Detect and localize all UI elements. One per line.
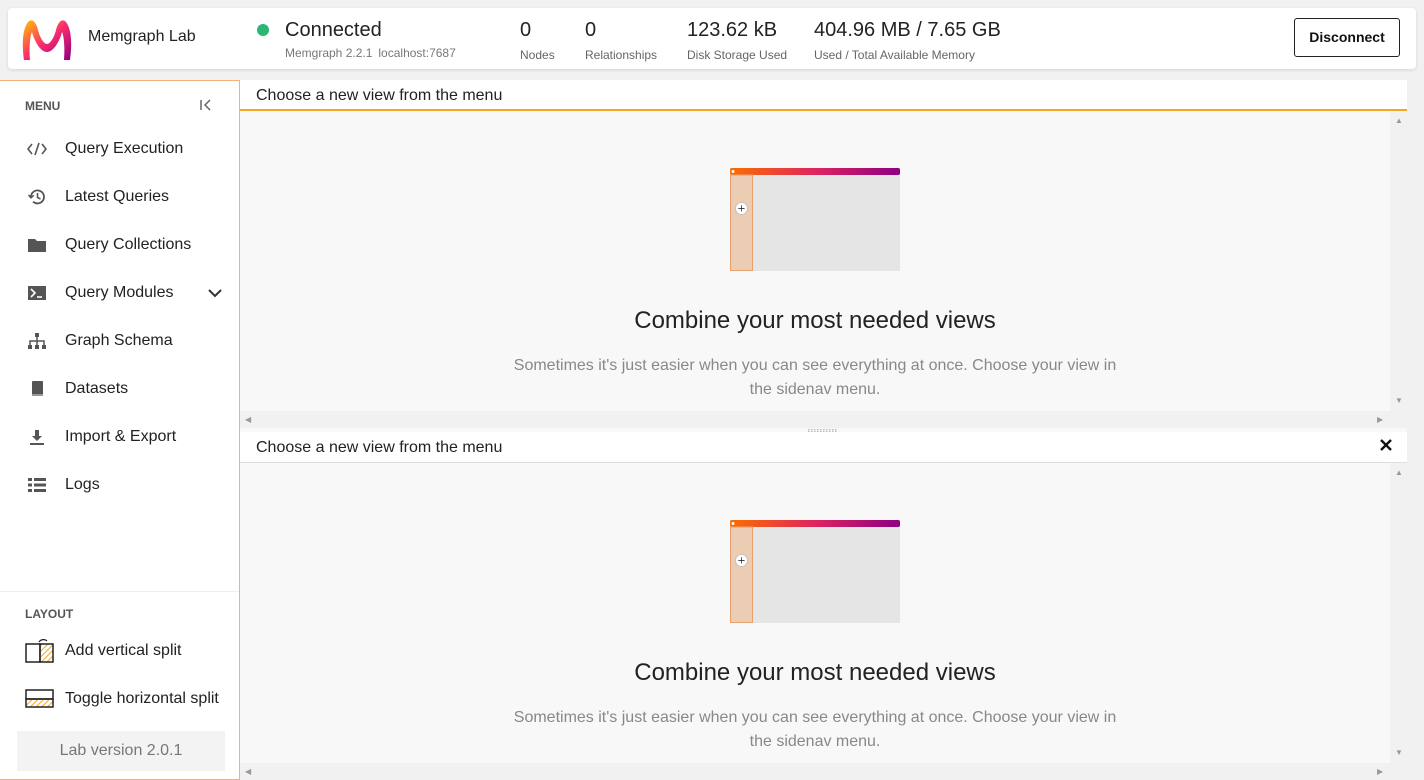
scroll-right-icon[interactable]: ▶ (1377, 415, 1383, 424)
panel-header: Choose a new view from the menu (240, 80, 1407, 111)
menu-item-label: Latest Queries (65, 188, 170, 205)
add-vertical-split-button[interactable]: Add vertical split (0, 631, 239, 671)
menu-item-datasets[interactable]: Datasets (0, 369, 239, 409)
panel-title: Choose a new view from the menu (256, 87, 503, 104)
disconnect-button[interactable]: Disconnect (1294, 18, 1400, 57)
scroll-down-icon[interactable]: ▼ (1395, 748, 1403, 757)
connection-details: Memgraph 2.2.1 localhost:7687 (285, 46, 456, 60)
empty-view-heading: Combine your most needed views (634, 659, 996, 686)
list-icon (25, 473, 49, 497)
connection-host: localhost:7687 (378, 46, 456, 60)
panel-title: Choose a new view from the menu (256, 439, 503, 456)
sidebar: MENU Query Execution Latest Queries Quer… (0, 80, 240, 780)
stat-relationships: 0 Relationships (585, 19, 657, 62)
menu-title: MENU (25, 99, 61, 113)
vertical-scrollbar[interactable]: ▲ ▼ (1390, 463, 1407, 763)
menu-item-query-modules[interactable]: Query Modules (0, 273, 239, 313)
panel-content: + Combine your most needed views Sometim… (240, 111, 1390, 411)
layout-item-label: Add vertical split (65, 642, 182, 659)
stat-label: Relationships (585, 48, 658, 62)
top-bar: Memgraph Lab Connected Memgraph 2.2.1 loc… (8, 8, 1416, 69)
divider (0, 591, 239, 592)
svg-text:+: + (737, 556, 745, 567)
stat-value: 0 (520, 19, 532, 41)
stat-value: 404.96 MB / 7.65 GB (814, 19, 1001, 41)
terminal-icon (25, 281, 49, 305)
scroll-up-icon[interactable]: ▲ (1395, 116, 1403, 125)
svg-text:+: + (737, 204, 745, 215)
stat-label: Disk Storage Used (687, 48, 788, 62)
layout-title: LAYOUT (25, 607, 74, 621)
menu-item-label: Query Collections (65, 236, 192, 253)
folder-icon (25, 233, 49, 257)
stat-value: 0 (585, 19, 597, 41)
menu-item-logs[interactable]: Logs (0, 465, 239, 505)
stat-memory: 404.96 MB / 7.65 GB Used / Total Availab… (814, 19, 1001, 62)
close-panel-icon[interactable] (1379, 438, 1393, 452)
stat-disk-storage: 123.62 kB Disk Storage Used (687, 19, 787, 62)
menu-item-query-execution[interactable]: Query Execution (0, 129, 239, 169)
split-view-illustration: + (730, 520, 900, 623)
book-icon (25, 377, 49, 401)
connection-status-dot (257, 24, 269, 36)
panel-header: Choose a new view from the menu (240, 432, 1407, 463)
connection-status: Connected (285, 19, 382, 41)
view-panel-top: Choose a new view from the menu + Combin… (240, 80, 1407, 431)
vertical-scrollbar[interactable]: ▲ ▼ (1390, 111, 1407, 411)
horizontal-split-icon (25, 685, 55, 713)
menu-item-label: Import & Export (65, 428, 177, 445)
memgraph-version: Memgraph 2.2.1 (285, 46, 373, 60)
empty-view-description: Sometimes it's just easier when you can … (513, 357, 1117, 398)
scroll-right-icon[interactable]: ▶ (1377, 767, 1383, 776)
menu-item-label: Query Modules (65, 284, 174, 301)
lab-version: Lab version 2.0.1 (17, 731, 225, 771)
menu-item-label: Graph Schema (65, 332, 173, 349)
menu-item-label: Query Execution (65, 140, 184, 157)
stat-nodes: 0 Nodes (520, 19, 555, 62)
scroll-up-icon[interactable]: ▲ (1395, 468, 1403, 477)
collapse-sidebar-icon[interactable] (198, 97, 214, 113)
menu-item-query-collections[interactable]: Query Collections (0, 225, 239, 265)
scroll-left-icon[interactable]: ◀ (245, 767, 251, 776)
schema-icon (25, 329, 49, 353)
history-icon (25, 185, 49, 209)
empty-view-heading: Combine your most needed views (634, 307, 996, 334)
horizontal-scrollbar[interactable]: ◀ ▶ (240, 411, 1390, 428)
panel-content: + Combine your most needed views Sometim… (240, 463, 1390, 763)
stat-label: Used / Total Available Memory (814, 48, 975, 62)
menu-item-label: Datasets (65, 380, 129, 397)
download-icon (25, 425, 49, 449)
menu-item-import-export[interactable]: Import & Export (0, 417, 239, 457)
app-name: Memgraph Lab (88, 28, 196, 45)
empty-view-description: Sometimes it's just easier when you can … (513, 709, 1117, 750)
split-view-illustration: + (730, 168, 900, 271)
code-icon (25, 137, 49, 161)
memgraph-logo (22, 20, 72, 61)
scroll-down-icon[interactable]: ▼ (1395, 396, 1403, 405)
vertical-split-icon (25, 637, 55, 665)
horizontal-scrollbar[interactable]: ◀ ▶ (240, 763, 1390, 780)
scroll-left-icon[interactable]: ◀ (245, 415, 251, 424)
menu-item-label: Logs (65, 476, 100, 493)
menu-item-graph-schema[interactable]: Graph Schema (0, 321, 239, 361)
stat-label: Nodes (520, 48, 555, 62)
menu-item-latest-queries[interactable]: Latest Queries (0, 177, 239, 217)
toggle-horizontal-split-button[interactable]: Toggle horizontal split (0, 679, 239, 719)
stat-value: 123.62 kB (687, 19, 778, 41)
layout-item-label: Toggle horizontal split (65, 690, 219, 707)
chevron-down-icon[interactable] (207, 285, 223, 301)
view-panel-bottom: Choose a new view from the menu + Combin… (240, 432, 1407, 780)
